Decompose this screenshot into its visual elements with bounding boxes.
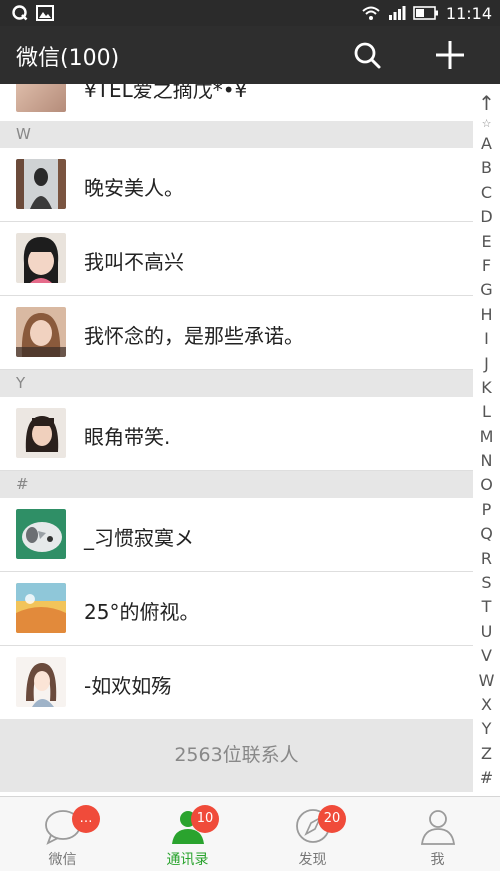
status-bar: 11:14 bbox=[0, 0, 500, 26]
contact-name: 我叫不高兴 bbox=[84, 250, 184, 274]
index-letter[interactable]: B bbox=[481, 156, 492, 180]
avatar bbox=[16, 84, 66, 112]
index-letter[interactable]: Y bbox=[482, 717, 492, 741]
avatar bbox=[16, 233, 66, 283]
index-letter[interactable]: A bbox=[481, 132, 492, 156]
notification-q-icon bbox=[12, 5, 28, 21]
index-letter[interactable]: L bbox=[482, 400, 491, 424]
index-letter[interactable]: T bbox=[482, 595, 492, 619]
battery-icon bbox=[413, 6, 438, 20]
index-letter[interactable]: M bbox=[480, 425, 494, 449]
index-letter[interactable]: Z bbox=[481, 742, 492, 766]
list-item[interactable]: 晚安美人。 bbox=[0, 148, 473, 222]
index-letter[interactable]: G bbox=[480, 278, 492, 302]
section-header-w: W bbox=[0, 121, 473, 148]
tab-chats[interactable]: … 微信 bbox=[0, 797, 125, 871]
avatar bbox=[16, 657, 66, 707]
index-letter[interactable]: K bbox=[481, 376, 492, 400]
person-icon bbox=[420, 810, 455, 845]
index-letter[interactable]: I bbox=[484, 327, 489, 351]
index-letter[interactable]: H bbox=[480, 303, 492, 327]
index-letter[interactable]: E bbox=[481, 230, 491, 254]
contact-count: 2563位联系人 bbox=[0, 719, 473, 792]
avatar bbox=[16, 583, 66, 633]
tab-discover[interactable]: 20 发现 bbox=[250, 797, 375, 871]
alphabet-index[interactable]: ↑ ☆ A B C D E F G H I J K L M N O P Q R S T U V W X Y Z # bbox=[473, 84, 500, 796]
index-letter[interactable]: F bbox=[482, 254, 491, 278]
tab-discover-badge: 20 bbox=[318, 805, 346, 833]
contact-name: 我怀念的，是那些承诺。 bbox=[84, 324, 304, 348]
contact-name: 晚安美人。 bbox=[84, 176, 184, 200]
add-icon[interactable] bbox=[433, 38, 467, 72]
index-letter[interactable]: D bbox=[480, 205, 492, 229]
index-star[interactable]: ☆ bbox=[482, 116, 492, 132]
index-up-arrow-icon[interactable]: ↑ bbox=[478, 90, 495, 116]
list-item[interactable]: 我叫不高兴 bbox=[0, 222, 473, 296]
section-header-y: Y bbox=[0, 370, 473, 397]
app-bar: 微信(100) bbox=[0, 26, 500, 84]
index-letter[interactable]: N bbox=[481, 449, 493, 473]
list-item[interactable]: ¥TEL爱之摘戊*•¥ bbox=[0, 84, 473, 121]
contact-name: 25°的俯视。 bbox=[84, 600, 200, 624]
avatar bbox=[16, 509, 66, 559]
index-letter[interactable]: V bbox=[481, 644, 492, 668]
contact-name: ¥TEL爱之摘戊*•¥ bbox=[84, 84, 248, 102]
section-header-hash: # bbox=[0, 471, 473, 498]
tab-contacts-badge: 10 bbox=[191, 805, 219, 833]
index-letter[interactable]: S bbox=[481, 571, 491, 595]
bottom-tab-bar: … 微信 10 通讯录 20 发现 我 bbox=[0, 796, 500, 871]
contact-name: 眼角带笑. bbox=[84, 425, 171, 449]
image-icon bbox=[36, 5, 54, 21]
tab-me[interactable]: 我 bbox=[375, 797, 500, 871]
list-item[interactable]: -如欢如殇 bbox=[0, 646, 473, 719]
tab-label: 我 bbox=[430, 852, 445, 868]
tab-chats-badge: … bbox=[72, 805, 100, 833]
index-letter[interactable]: U bbox=[481, 620, 493, 644]
avatar bbox=[16, 159, 66, 209]
index-letter[interactable]: X bbox=[481, 693, 492, 717]
tab-label: 通讯录 bbox=[166, 852, 209, 868]
avatar bbox=[16, 307, 66, 357]
signal-icon bbox=[388, 6, 406, 20]
list-item[interactable]: _习惯寂寞メ bbox=[0, 498, 473, 572]
tab-contacts[interactable]: 10 通讯录 bbox=[125, 797, 250, 871]
list-item[interactable]: 25°的俯视。 bbox=[0, 572, 473, 646]
index-letter[interactable]: P bbox=[482, 498, 492, 522]
tab-label: 微信 bbox=[48, 852, 77, 868]
tab-label: 发现 bbox=[298, 852, 327, 868]
contact-name: -如欢如殇 bbox=[84, 674, 172, 698]
index-letter[interactable]: C bbox=[481, 181, 492, 205]
list-item[interactable]: 我怀念的，是那些承诺。 bbox=[0, 296, 473, 370]
page-title: 微信(100) bbox=[16, 46, 120, 71]
index-letter[interactable]: # bbox=[480, 766, 493, 790]
avatar bbox=[16, 408, 66, 458]
status-time: 11:14 bbox=[445, 3, 492, 23]
contact-name: _习惯寂寞メ bbox=[84, 526, 194, 550]
wifi-icon bbox=[362, 6, 380, 20]
search-icon[interactable] bbox=[350, 38, 384, 72]
index-letter[interactable]: O bbox=[480, 473, 493, 497]
index-letter[interactable]: J bbox=[484, 352, 489, 376]
list-item[interactable]: 眼角带笑. bbox=[0, 397, 473, 471]
contact-list[interactable]: ¥TEL爱之摘戊*•¥ W 晚安美人。 我叫不高兴 我怀念的，是那些承诺。 Y … bbox=[0, 84, 473, 796]
index-letter[interactable]: R bbox=[481, 547, 492, 571]
index-letter[interactable]: W bbox=[479, 669, 495, 693]
index-letter[interactable]: Q bbox=[480, 522, 493, 546]
